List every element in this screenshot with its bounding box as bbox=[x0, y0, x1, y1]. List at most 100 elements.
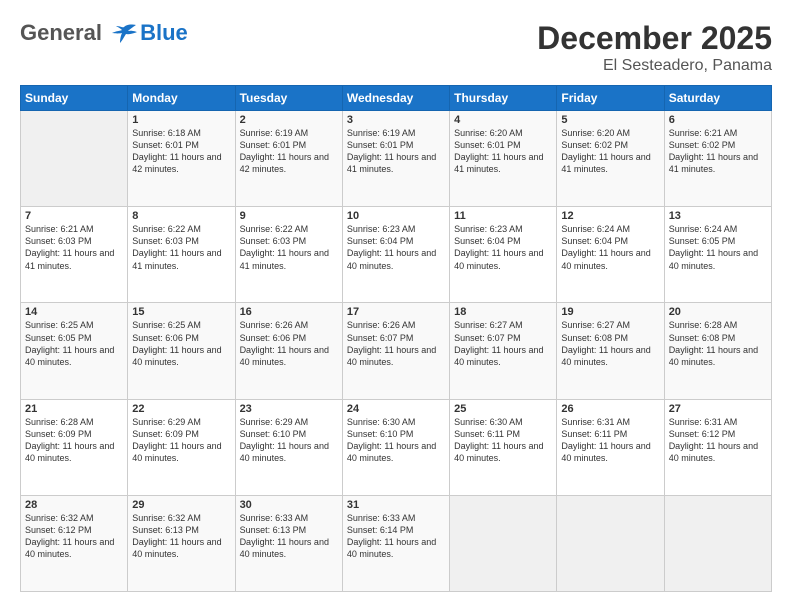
calendar-cell: 15 Sunrise: 6:25 AMSunset: 6:06 PMDaylig… bbox=[128, 303, 235, 399]
day-info: Sunrise: 6:28 AMSunset: 6:09 PMDaylight:… bbox=[25, 416, 123, 465]
calendar-week-row: 28 Sunrise: 6:32 AMSunset: 6:12 PMDaylig… bbox=[21, 495, 772, 591]
calendar-cell: 16 Sunrise: 6:26 AMSunset: 6:06 PMDaylig… bbox=[235, 303, 342, 399]
day-info: Sunrise: 6:29 AMSunset: 6:09 PMDaylight:… bbox=[132, 416, 230, 465]
day-info: Sunrise: 6:20 AMSunset: 6:01 PMDaylight:… bbox=[454, 127, 552, 176]
calendar-cell: 17 Sunrise: 6:26 AMSunset: 6:07 PMDaylig… bbox=[342, 303, 449, 399]
day-info: Sunrise: 6:26 AMSunset: 6:06 PMDaylight:… bbox=[240, 319, 338, 368]
day-info: Sunrise: 6:19 AMSunset: 6:01 PMDaylight:… bbox=[347, 127, 445, 176]
day-info: Sunrise: 6:19 AMSunset: 6:01 PMDaylight:… bbox=[240, 127, 338, 176]
day-number: 20 bbox=[669, 306, 767, 318]
calendar-cell: 23 Sunrise: 6:29 AMSunset: 6:10 PMDaylig… bbox=[235, 399, 342, 495]
day-number: 6 bbox=[669, 114, 767, 126]
day-number: 14 bbox=[25, 306, 123, 318]
calendar-cell: 8 Sunrise: 6:22 AMSunset: 6:03 PMDayligh… bbox=[128, 207, 235, 303]
calendar-cell: 26 Sunrise: 6:31 AMSunset: 6:11 PMDaylig… bbox=[557, 399, 664, 495]
day-number: 19 bbox=[561, 306, 659, 318]
calendar-cell: 22 Sunrise: 6:29 AMSunset: 6:09 PMDaylig… bbox=[128, 399, 235, 495]
calendar-cell: 1 Sunrise: 6:18 AMSunset: 6:01 PMDayligh… bbox=[128, 111, 235, 207]
day-number: 17 bbox=[347, 306, 445, 318]
subtitle: El Sesteadero, Panama bbox=[537, 57, 772, 75]
calendar-day-header: Thursday bbox=[450, 86, 557, 111]
day-info: Sunrise: 6:20 AMSunset: 6:02 PMDaylight:… bbox=[561, 127, 659, 176]
day-number: 30 bbox=[240, 499, 338, 511]
day-number: 7 bbox=[25, 210, 123, 222]
day-info: Sunrise: 6:30 AMSunset: 6:11 PMDaylight:… bbox=[454, 416, 552, 465]
day-info: Sunrise: 6:29 AMSunset: 6:10 PMDaylight:… bbox=[240, 416, 338, 465]
day-info: Sunrise: 6:23 AMSunset: 6:04 PMDaylight:… bbox=[347, 223, 445, 272]
logo: General Blue bbox=[20, 20, 188, 46]
calendar-cell bbox=[664, 495, 771, 591]
day-info: Sunrise: 6:24 AMSunset: 6:04 PMDaylight:… bbox=[561, 223, 659, 272]
calendar-cell: 2 Sunrise: 6:19 AMSunset: 6:01 PMDayligh… bbox=[235, 111, 342, 207]
day-info: Sunrise: 6:18 AMSunset: 6:01 PMDaylight:… bbox=[132, 127, 230, 176]
day-info: Sunrise: 6:24 AMSunset: 6:05 PMDaylight:… bbox=[669, 223, 767, 272]
day-info: Sunrise: 6:22 AMSunset: 6:03 PMDaylight:… bbox=[240, 223, 338, 272]
calendar-cell: 18 Sunrise: 6:27 AMSunset: 6:07 PMDaylig… bbox=[450, 303, 557, 399]
calendar-cell: 6 Sunrise: 6:21 AMSunset: 6:02 PMDayligh… bbox=[664, 111, 771, 207]
calendar-cell: 25 Sunrise: 6:30 AMSunset: 6:11 PMDaylig… bbox=[450, 399, 557, 495]
calendar-header-row: SundayMondayTuesdayWednesdayThursdayFrid… bbox=[21, 86, 772, 111]
day-number: 27 bbox=[669, 403, 767, 415]
calendar-week-row: 21 Sunrise: 6:28 AMSunset: 6:09 PMDaylig… bbox=[21, 399, 772, 495]
calendar-cell: 13 Sunrise: 6:24 AMSunset: 6:05 PMDaylig… bbox=[664, 207, 771, 303]
day-number: 13 bbox=[669, 210, 767, 222]
day-info: Sunrise: 6:26 AMSunset: 6:07 PMDaylight:… bbox=[347, 319, 445, 368]
logo-general: General bbox=[20, 20, 102, 45]
day-number: 8 bbox=[132, 210, 230, 222]
calendar-cell: 27 Sunrise: 6:31 AMSunset: 6:12 PMDaylig… bbox=[664, 399, 771, 495]
calendar-cell: 5 Sunrise: 6:20 AMSunset: 6:02 PMDayligh… bbox=[557, 111, 664, 207]
day-number: 15 bbox=[132, 306, 230, 318]
day-number: 24 bbox=[347, 403, 445, 415]
calendar-cell: 10 Sunrise: 6:23 AMSunset: 6:04 PMDaylig… bbox=[342, 207, 449, 303]
day-number: 18 bbox=[454, 306, 552, 318]
day-info: Sunrise: 6:27 AMSunset: 6:07 PMDaylight:… bbox=[454, 319, 552, 368]
day-number: 22 bbox=[132, 403, 230, 415]
day-number: 1 bbox=[132, 114, 230, 126]
day-number: 25 bbox=[454, 403, 552, 415]
calendar-cell: 7 Sunrise: 6:21 AMSunset: 6:03 PMDayligh… bbox=[21, 207, 128, 303]
calendar-cell: 11 Sunrise: 6:23 AMSunset: 6:04 PMDaylig… bbox=[450, 207, 557, 303]
calendar-cell: 31 Sunrise: 6:33 AMSunset: 6:14 PMDaylig… bbox=[342, 495, 449, 591]
day-number: 31 bbox=[347, 499, 445, 511]
calendar-cell: 19 Sunrise: 6:27 AMSunset: 6:08 PMDaylig… bbox=[557, 303, 664, 399]
day-info: Sunrise: 6:32 AMSunset: 6:12 PMDaylight:… bbox=[25, 512, 123, 561]
day-info: Sunrise: 6:32 AMSunset: 6:13 PMDaylight:… bbox=[132, 512, 230, 561]
calendar-cell: 30 Sunrise: 6:33 AMSunset: 6:13 PMDaylig… bbox=[235, 495, 342, 591]
day-number: 4 bbox=[454, 114, 552, 126]
day-number: 21 bbox=[25, 403, 123, 415]
calendar-cell: 12 Sunrise: 6:24 AMSunset: 6:04 PMDaylig… bbox=[557, 207, 664, 303]
day-info: Sunrise: 6:31 AMSunset: 6:11 PMDaylight:… bbox=[561, 416, 659, 465]
calendar-cell: 3 Sunrise: 6:19 AMSunset: 6:01 PMDayligh… bbox=[342, 111, 449, 207]
day-info: Sunrise: 6:22 AMSunset: 6:03 PMDaylight:… bbox=[132, 223, 230, 272]
calendar-cell: 20 Sunrise: 6:28 AMSunset: 6:08 PMDaylig… bbox=[664, 303, 771, 399]
calendar-cell: 28 Sunrise: 6:32 AMSunset: 6:12 PMDaylig… bbox=[21, 495, 128, 591]
calendar-cell: 29 Sunrise: 6:32 AMSunset: 6:13 PMDaylig… bbox=[128, 495, 235, 591]
day-number: 12 bbox=[561, 210, 659, 222]
day-number: 26 bbox=[561, 403, 659, 415]
day-info: Sunrise: 6:25 AMSunset: 6:06 PMDaylight:… bbox=[132, 319, 230, 368]
day-number: 9 bbox=[240, 210, 338, 222]
calendar-day-header: Tuesday bbox=[235, 86, 342, 111]
day-info: Sunrise: 6:33 AMSunset: 6:13 PMDaylight:… bbox=[240, 512, 338, 561]
day-number: 2 bbox=[240, 114, 338, 126]
day-number: 3 bbox=[347, 114, 445, 126]
day-number: 23 bbox=[240, 403, 338, 415]
day-number: 5 bbox=[561, 114, 659, 126]
day-number: 28 bbox=[25, 499, 123, 511]
day-info: Sunrise: 6:33 AMSunset: 6:14 PMDaylight:… bbox=[347, 512, 445, 561]
day-info: Sunrise: 6:21 AMSunset: 6:02 PMDaylight:… bbox=[669, 127, 767, 176]
day-info: Sunrise: 6:25 AMSunset: 6:05 PMDaylight:… bbox=[25, 319, 123, 368]
calendar-week-row: 7 Sunrise: 6:21 AMSunset: 6:03 PMDayligh… bbox=[21, 207, 772, 303]
day-number: 10 bbox=[347, 210, 445, 222]
page: General Blue December 2025 El Sesteadero… bbox=[0, 0, 792, 612]
day-info: Sunrise: 6:27 AMSunset: 6:08 PMDaylight:… bbox=[561, 319, 659, 368]
header: General Blue December 2025 El Sesteadero… bbox=[20, 20, 772, 75]
calendar-day-header: Friday bbox=[557, 86, 664, 111]
day-number: 16 bbox=[240, 306, 338, 318]
logo-bird-icon bbox=[110, 23, 138, 45]
day-info: Sunrise: 6:31 AMSunset: 6:12 PMDaylight:… bbox=[669, 416, 767, 465]
day-info: Sunrise: 6:23 AMSunset: 6:04 PMDaylight:… bbox=[454, 223, 552, 272]
calendar-cell bbox=[557, 495, 664, 591]
title-block: December 2025 El Sesteadero, Panama bbox=[537, 20, 772, 75]
calendar-day-header: Monday bbox=[128, 86, 235, 111]
